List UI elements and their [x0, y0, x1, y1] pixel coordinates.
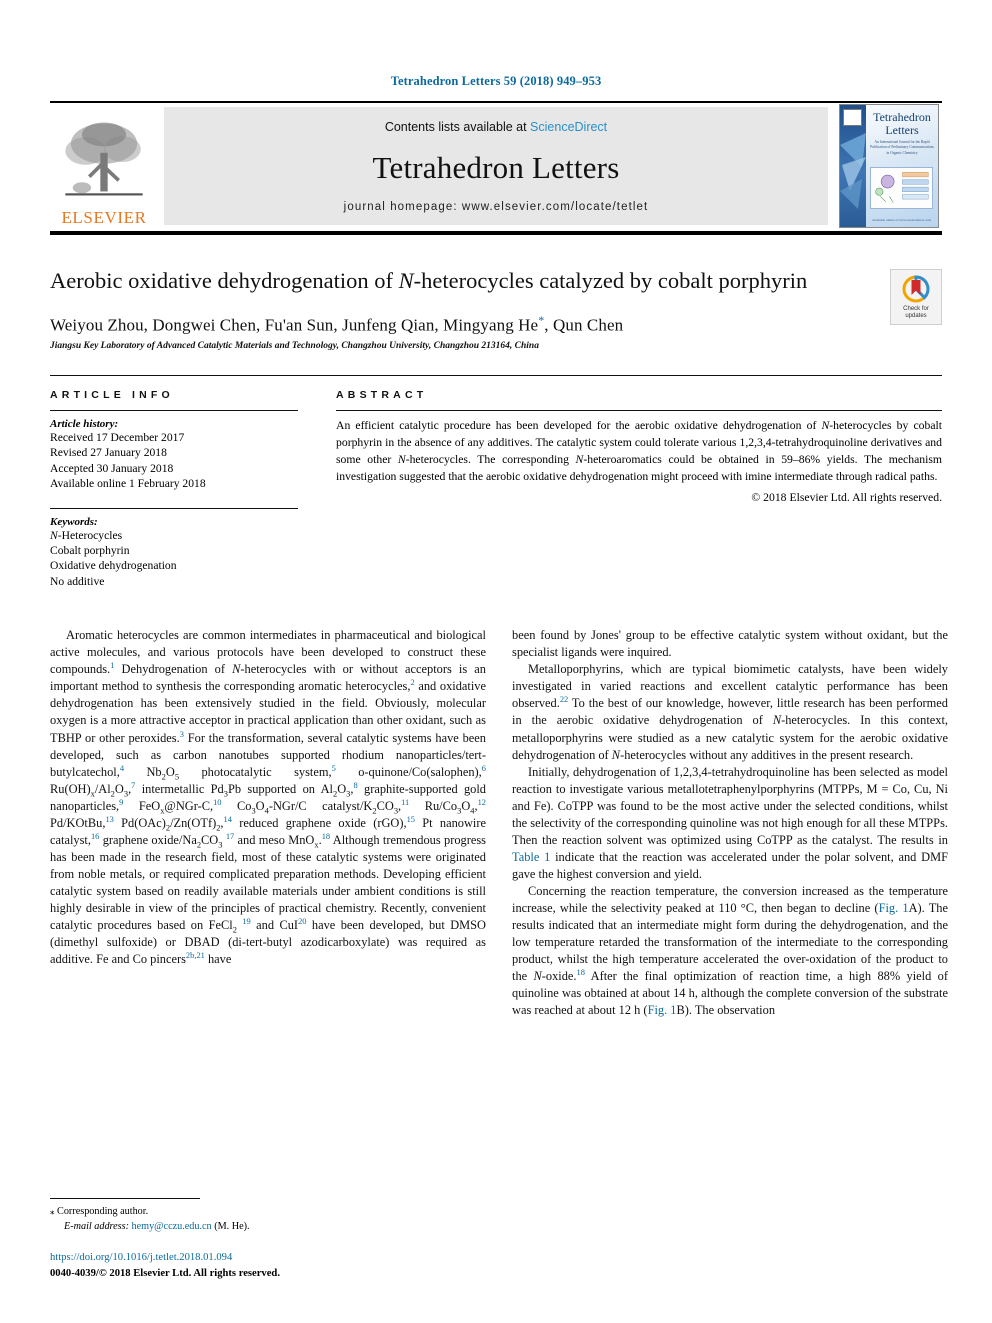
paragraph: Metalloporphyrins, which are typical bio…: [512, 662, 948, 762]
footnote-marker: ⁎: [50, 1206, 55, 1217]
history-available-online: Available online 1 February 2018: [50, 477, 206, 491]
history-received: Received 17 December 2017: [50, 431, 185, 444]
affiliation: Jiangsu Key Laboratory of Advanced Catal…: [50, 341, 539, 351]
abstract-column: ABSTRACT An efficient catalytic procedur…: [336, 389, 942, 589]
title-italic-n: N: [398, 268, 414, 293]
title-block: Aerobic oxidative dehydrogenation of N-h…: [50, 267, 942, 351]
email-suffix: (M. He).: [214, 1220, 250, 1232]
keywords-divider: [50, 507, 298, 509]
sciencedirect-link[interactable]: ScienceDirect: [530, 120, 607, 134]
paragraph: Aromatic heterocycles are common interme…: [50, 628, 487, 967]
article-info-heading: ARTICLE INFO: [50, 389, 174, 401]
abstract-seg-1: An efficient catalytic procedure has bee…: [336, 419, 822, 432]
masthead-bottom-rule: [50, 231, 942, 235]
crossmark-line-2: updates: [905, 313, 927, 319]
crossmark-line-1: Check for: [903, 306, 929, 313]
table-1-link[interactable]: Table 1: [512, 850, 550, 864]
article-info-column: ARTICLE INFO Article history: Received 1…: [50, 389, 298, 589]
abstract-divider: [336, 410, 942, 411]
crossmark-label: Check for updates: [903, 306, 929, 320]
corresponding-author-text: Corresponding author.: [57, 1206, 149, 1218]
cover-title: Tetrahedron Letters: [873, 110, 931, 137]
email-link[interactable]: hemy@cczu.edu.cn: [132, 1221, 212, 1232]
abstract-italic-2: N: [397, 452, 406, 466]
paragraph: been found by Jones' group to be effecti…: [512, 628, 948, 660]
masthead-center: Contents lists available at ScienceDirec…: [164, 107, 828, 225]
paragraph: Concerning the reaction temperature, the…: [512, 883, 949, 1018]
keyword-item: Oxidative dehydrogenation: [50, 559, 177, 573]
title-part-1: Aerobic oxidative dehydrogenation of: [50, 268, 399, 293]
keyword-item: No additive: [50, 574, 105, 588]
history-revised: Revised 27 January 2018: [50, 446, 167, 460]
contents-available-line: Contents lists available at ScienceDirec…: [385, 120, 607, 134]
issn-copyright: 0040-4039/© 2018 Elsevier Ltd. All right…: [50, 1268, 280, 1279]
keywords-block: Keywords: N-Heterocycles Cobalt porphyri…: [50, 507, 298, 590]
abstract-text: An efficient catalytic procedure has bee…: [336, 418, 942, 486]
keyword-item: N-Heterocycles: [50, 528, 123, 542]
cover-footer: Available online at www.sciencedirect.co…: [872, 218, 931, 222]
email-note: E-mail address: hemy@cczu.edu.cn (M. He)…: [50, 1220, 486, 1234]
journal-title: Tetrahedron Letters: [372, 149, 620, 185]
article-page: Tetrahedron Letters 59 (2018) 949–953 EL…: [0, 0, 992, 1323]
journal-cover-thumbnail: Tetrahedron Letters An International Jou…: [836, 103, 942, 229]
keywords-label: Keywords:: [50, 515, 98, 528]
figure-1a-link[interactable]: Fig. 1: [879, 901, 909, 915]
email-label: E-mail address:: [64, 1220, 129, 1232]
journal-homepage-link[interactable]: journal homepage: www.elsevier.com/locat…: [344, 201, 649, 213]
info-divider: [50, 410, 298, 411]
abstract-seg-3: -heterocycles. The corresponding: [405, 452, 576, 466]
info-abstract-section: ARTICLE INFO Article history: Received 1…: [50, 375, 942, 589]
article-history-label: Article history:: [50, 418, 119, 430]
authors-tail: , Qun Chen: [544, 316, 624, 335]
running-head: Tetrahedron Letters 59 (2018) 949–953: [390, 74, 602, 88]
abstract-copyright: © 2018 Elsevier Ltd. All rights reserved…: [751, 490, 942, 504]
body-left-column: Aromatic heterocycles are common interme…: [50, 627, 486, 1019]
body-right-column: been found by Jones' group to be effecti…: [512, 627, 948, 1019]
elsevier-wordmark: ELSEVIER: [61, 208, 147, 227]
body-columns: Aromatic heterocycles are common interme…: [50, 627, 948, 1019]
journal-masthead: ELSEVIER Contents lists available at Sci…: [50, 101, 942, 229]
author-list: Weiyou Zhou, Dongwei Chen, Fu'an Sun, Ju…: [50, 313, 870, 336]
page-title: Aerobic oxidative dehydrogenation of N-h…: [50, 267, 870, 295]
figure-1b-link[interactable]: Fig. 1: [648, 1003, 677, 1017]
cover-scheme-icon: [875, 172, 929, 203]
authors-main: Weiyou Zhou, Dongwei Chen, Fu'an Sun, Ju…: [50, 316, 539, 335]
corresponding-author-note: ⁎ Corresponding author.: [50, 1205, 486, 1219]
footnote-block: ⁎ Corresponding author. E-mail address: …: [50, 1198, 486, 1281]
abstract-heading: ABSTRACT: [336, 389, 428, 401]
doi-block: https://doi.org/10.1016/j.tetlet.2018.01…: [50, 1252, 486, 1281]
cover-subtitle: An International Journal for the Rapid P…: [870, 140, 934, 155]
crossmark-icon: [902, 275, 930, 303]
history-accepted: Accepted 30 January 2018: [50, 461, 174, 475]
cover-publisher-logo: [843, 109, 862, 126]
cover-graphical-abstract: [870, 167, 933, 209]
title-part-2: -heterocycles catalyzed by cobalt porphy…: [413, 268, 808, 293]
contents-prefix: Contents lists available at: [384, 120, 531, 134]
footnote-rule: [50, 1198, 200, 1200]
keyword-item: Cobalt porphyrin: [50, 544, 130, 558]
elsevier-logo: ELSEVIER: [50, 103, 158, 229]
elsevier-tree-icon: [65, 122, 143, 196]
cover-image: Tetrahedron Letters An International Jou…: [839, 104, 939, 228]
doi-link[interactable]: https://doi.org/10.1016/j.tetlet.2018.01…: [50, 1252, 486, 1263]
crossmark-badge[interactable]: Check for updates: [890, 269, 942, 325]
paragraph: Initially, dehydrogenation of 1,2,3,4-te…: [512, 764, 948, 881]
